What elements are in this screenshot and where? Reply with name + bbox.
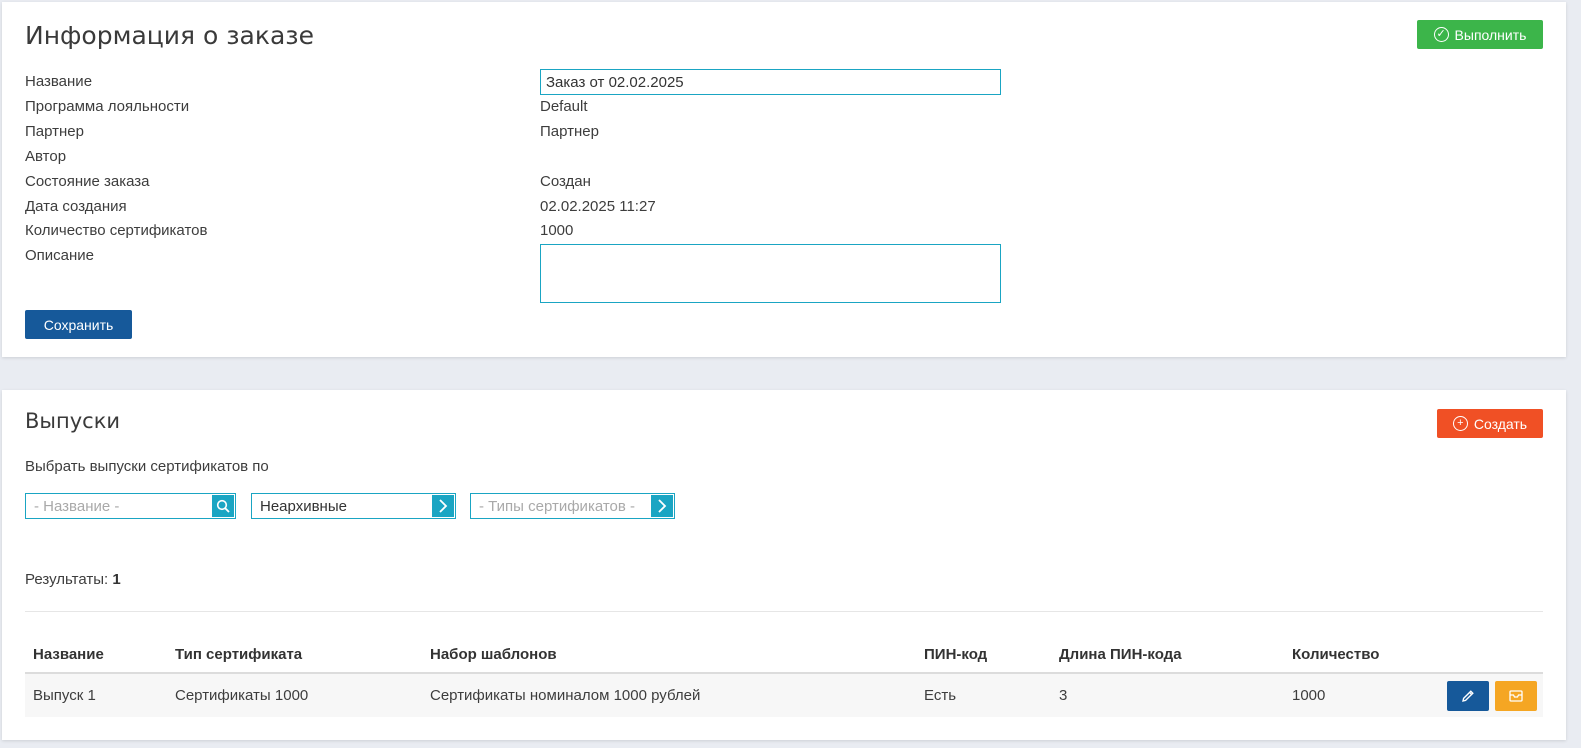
cell-quantity: 1000 [1284,673,1434,717]
save-button[interactable]: Сохранить [25,310,132,339]
pencil-icon [1461,689,1474,702]
issues-title: Выпуски [25,409,121,433]
create-button-label: Создать [1473,415,1528,432]
author-label: Автор [25,148,67,165]
results-count: 1 [112,571,121,588]
archive-button[interactable] [1495,680,1537,711]
column-header-pin-length[interactable]: Длина ПИН-кода [1051,636,1284,674]
results-label: Результаты: [25,571,109,588]
cell-template-set: Сертификаты номиналом 1000 рублей [422,673,916,717]
column-header-actions [1434,636,1543,674]
cell-actions [1434,673,1543,717]
order-info-panel: Информация о заказе ✓ Выполнить Название… [2,2,1566,357]
archive-box-icon [1509,689,1523,702]
created-date-label: Дата создания [25,198,127,215]
order-status-value: Создан [540,173,591,190]
results-summary: Результаты: 1 [25,571,121,588]
name-filter-placeholder: - Название - [34,497,120,515]
issues-table: Название Тип сертификата Набор шаблонов … [25,636,1543,717]
name-label: Название [25,73,93,90]
description-label: Описание [25,247,95,264]
created-date-value: 02.02.2025 11:27 [540,198,656,215]
execute-button-label: Выполнить [1454,26,1527,43]
partner-label: Партнер [25,123,84,140]
loyalty-program-value: Default [540,98,588,115]
cell-type: Сертификаты 1000 [167,673,422,717]
cell-pin: Есть [916,673,1051,717]
divider [25,611,1543,612]
filter-caption: Выбрать выпуски сертификатов по [25,458,269,475]
certificate-types-filter[interactable]: - Типы сертификатов - [470,493,675,519]
column-header-name[interactable]: Название [25,636,167,674]
search-icon[interactable] [212,495,234,517]
check-circle-icon: ✓ [1433,27,1449,42]
certificate-count-label: Количество сертификатов [25,222,208,239]
description-textarea[interactable] [540,244,1001,303]
archive-filter-value: Неархивные [260,497,347,515]
loyalty-program-label: Программа лояльности [25,98,190,115]
column-header-template-set[interactable]: Набор шаблонов [422,636,916,674]
partner-value: Партнер [540,123,599,140]
name-filter[interactable]: - Название - [25,493,236,519]
column-header-pin[interactable]: ПИН-код [916,636,1051,674]
chevron-right-icon[interactable] [432,495,454,517]
execute-button[interactable]: ✓ Выполнить [1417,20,1543,49]
issues-panel: Выпуски + Создать Выбрать выпуски сертиф… [2,390,1566,740]
table-header-row: Название Тип сертификата Набор шаблонов … [25,636,1543,674]
order-status-label: Состояние заказа [25,173,150,190]
cell-name: Выпуск 1 [25,673,167,717]
plus-circle-icon: + [1452,416,1468,431]
chevron-right-icon[interactable] [651,495,673,517]
edit-button[interactable] [1446,680,1489,711]
cell-pin-length: 3 [1051,673,1284,717]
order-name-input[interactable] [540,69,1001,95]
order-info-title: Информация о заказе [25,21,314,50]
certificate-count-value: 1000 [540,222,574,239]
table-row: Выпуск 1 Сертификаты 1000 Сертификаты но… [25,673,1543,717]
archive-filter[interactable]: Неархивные [251,493,456,519]
types-filter-placeholder: - Типы сертификатов - [479,497,636,515]
create-button[interactable]: + Создать [1437,409,1543,438]
column-header-type[interactable]: Тип сертификата [167,636,422,674]
column-header-quantity[interactable]: Количество [1284,636,1434,674]
